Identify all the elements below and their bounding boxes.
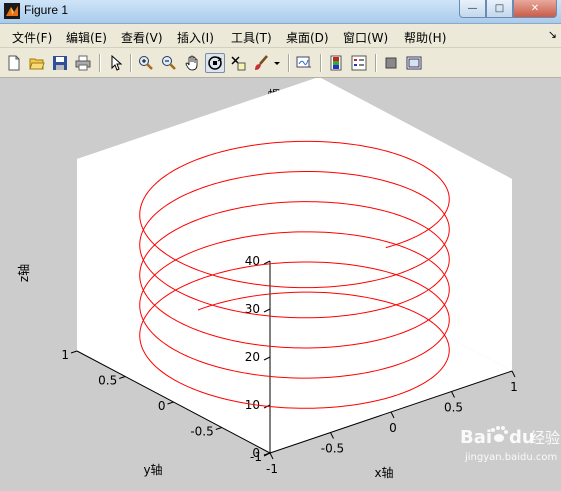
toolbar-separator <box>130 54 132 72</box>
menu-file[interactable]: 文件(F) <box>12 29 52 46</box>
zoom-in-button[interactable] <box>136 53 156 73</box>
menu-insert[interactable]: 插入(I) <box>177 29 214 46</box>
new-figure-icon <box>8 55 20 71</box>
link-plot-button[interactable] <box>294 53 314 73</box>
y-tick-mark <box>215 427 222 430</box>
rotate-3d-button[interactable] <box>205 53 225 73</box>
x-tick-label: -1 <box>266 462 278 476</box>
menu-view[interactable]: 查看(V) <box>121 29 163 46</box>
colorbar-button[interactable] <box>326 53 346 73</box>
x-tick-label: 0 <box>389 421 397 435</box>
baidu-jingyan-watermark: Bai du 经验 jingyan.baidu.com <box>460 426 560 463</box>
watermark-url: jingyan.baidu.com <box>464 452 557 463</box>
link-plot-icon <box>296 56 311 68</box>
menu-bar: 文件(F) 编辑(E) 查看(V) 插入(I) 工具(T) 桌面(D) 窗口(W… <box>0 24 561 48</box>
window-title: Figure 1 <box>24 3 69 17</box>
close-button[interactable]: ✕ <box>513 0 557 18</box>
toolbar-separator <box>320 54 322 72</box>
brush-icon <box>255 55 268 70</box>
toolbar-separator <box>375 54 377 72</box>
hide-plot-tools-icon <box>385 57 397 69</box>
pan-icon <box>185 55 198 71</box>
y-tick-mark <box>119 376 126 379</box>
x-tick-mark <box>390 411 395 419</box>
save-icon <box>53 56 67 70</box>
maximize-button[interactable]: □ <box>486 0 513 18</box>
y-tick-label: -1 <box>250 450 262 464</box>
colorbar-icon <box>330 55 342 71</box>
x-tick-mark <box>451 391 455 398</box>
legend-button[interactable] <box>349 53 369 73</box>
matlab-icon <box>4 3 20 19</box>
brush-dropdown-button[interactable] <box>271 53 283 73</box>
rotate-3d-icon <box>208 56 222 70</box>
title-bar[interactable]: Figure 1 — □ ✕ <box>0 0 561 24</box>
menu-window[interactable]: 窗口(W) <box>343 29 388 46</box>
z-axis-label: z轴 <box>16 264 31 282</box>
print-icon <box>75 55 91 71</box>
watermark-brand: Bai <box>460 427 492 448</box>
menu-overflow-icon[interactable]: ↘ <box>548 28 557 41</box>
x-tick-label: -0.5 <box>321 442 344 456</box>
y-tick-label: -0.5 <box>190 425 213 439</box>
menu-help[interactable]: 帮助(H) <box>404 29 446 46</box>
edit-plot-button[interactable] <box>106 53 126 73</box>
x-tick-mark <box>511 370 516 378</box>
minimize-button[interactable]: — <box>459 0 486 18</box>
open-file-button[interactable] <box>27 53 47 73</box>
menu-tools[interactable]: 工具(T) <box>231 29 272 46</box>
axes-box <box>76 77 513 454</box>
brush-button[interactable] <box>251 53 271 73</box>
menu-desktop[interactable]: 桌面(D) <box>286 29 329 46</box>
edit-plot-icon <box>111 55 123 71</box>
hide-plot-tools-button[interactable] <box>381 53 401 73</box>
new-figure-button[interactable] <box>4 53 24 73</box>
x-tick-mark <box>330 432 334 439</box>
x-axis-label: x轴 <box>374 465 393 480</box>
watermark-product: 经验 <box>530 429 560 447</box>
plot-3d[interactable]: 螺旋线 010203040 -1-0.500.51 -1-0.500.51 z轴… <box>0 77 561 487</box>
brush-dropdown-icon <box>274 62 280 65</box>
x-tick-mark <box>269 452 274 460</box>
data-cursor-button[interactable] <box>228 53 248 73</box>
toolbar-separator <box>288 54 290 72</box>
figure-canvas[interactable]: 螺旋线 010203040 -1-0.500.51 -1-0.500.51 z轴… <box>0 77 561 487</box>
save-button[interactable] <box>50 53 70 73</box>
y-tick-label: 0 <box>158 399 166 413</box>
x-tick-label: 0.5 <box>444 401 463 415</box>
show-plot-tools-button[interactable] <box>404 53 424 73</box>
open-file-icon <box>29 58 45 70</box>
print-button[interactable] <box>73 53 93 73</box>
menu-edit[interactable]: 编辑(E) <box>66 29 107 46</box>
window-controls: — □ ✕ <box>459 0 557 20</box>
zoom-out-button[interactable] <box>159 53 179 73</box>
pan-button[interactable] <box>182 53 202 73</box>
x-tick-label: 1 <box>510 380 518 394</box>
legend-icon <box>351 55 367 71</box>
toolbar-separator <box>99 54 101 72</box>
paw-icon <box>491 426 508 442</box>
y-tick-mark <box>70 350 78 354</box>
data-cursor-icon <box>231 56 246 71</box>
z-tick-label: 20 <box>245 350 260 364</box>
show-plot-tools-icon <box>406 56 422 70</box>
y-axis-label: y轴 <box>143 462 162 477</box>
y-tick-label: 1 <box>61 348 69 362</box>
zoom-in-icon <box>139 56 153 70</box>
zoom-out-icon <box>162 56 176 70</box>
y-tick-label: 0.5 <box>98 374 117 388</box>
toolbar <box>0 48 561 78</box>
y-tick-mark <box>167 401 174 405</box>
